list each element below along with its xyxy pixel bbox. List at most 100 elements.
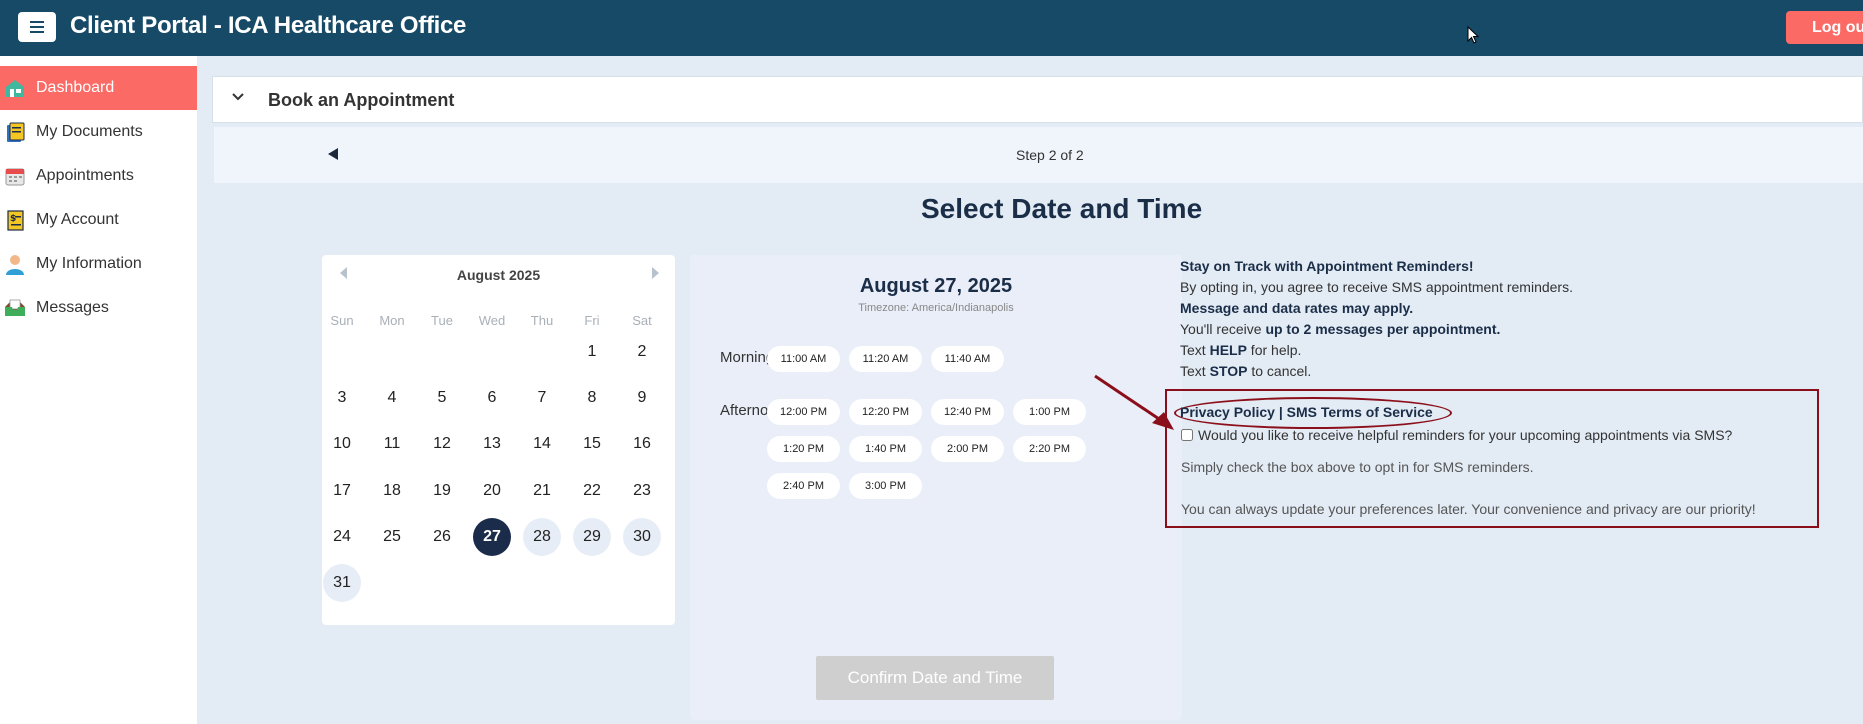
weekday-header: Sun — [330, 313, 354, 328]
book-appointment-accordion[interactable]: Book an Appointment — [212, 76, 1863, 123]
calendar-day[interactable]: 31 — [323, 564, 361, 602]
calendar-day: 17 — [333, 481, 351, 499]
calendar-day: 10 — [333, 435, 351, 453]
step-indicator: Step 2 of 2 — [1016, 147, 1084, 163]
sms-info: Stay on Track with Appointment Reminders… — [1180, 256, 1860, 382]
calendar-day: 12 — [433, 435, 451, 453]
weekday-header: Tue — [431, 313, 453, 328]
calendar-icon — [5, 168, 25, 186]
calendar-day: 6 — [487, 389, 497, 407]
time-slot-button[interactable]: 1:20 PM — [767, 436, 840, 462]
weekday-header: Sat — [632, 313, 652, 328]
calendar-day: 4 — [387, 389, 397, 407]
time-slot-button[interactable]: 2:20 PM — [1013, 436, 1086, 462]
time-slot-button[interactable]: 1:40 PM — [849, 436, 922, 462]
dashboard-icon — [6, 80, 24, 97]
calendar-day: 15 — [583, 435, 601, 453]
calendar-day: 18 — [383, 481, 401, 499]
sms-optin-row[interactable]: Would you like to receive helpful remind… — [1181, 427, 1732, 443]
sidebar-item-label: My Information — [36, 255, 142, 272]
calendar-day: 24 — [333, 527, 351, 545]
sms-line-2: Message and data rates may apply. — [1180, 300, 1414, 316]
sidebar-item-dashboard[interactable]: Dashboard — [0, 66, 197, 110]
calendar-day: 1 — [587, 343, 597, 360]
sms-note-2: You can always update your preferences l… — [1181, 501, 1756, 517]
app-title: Client Portal - ICA Healthcare Office — [70, 12, 467, 39]
weekday-header: Mon — [379, 313, 405, 328]
sidebar: Dashboard My Documents Appointments $ My… — [0, 56, 197, 724]
calendar-day: 13 — [483, 435, 501, 453]
sms-optin-box: Privacy Policy | SMS Terms of Service Wo… — [1165, 389, 1819, 528]
chevron-down-icon — [232, 93, 244, 101]
time-slot-button[interactable]: 2:00 PM — [931, 436, 1004, 462]
sms-line-1: By opting in, you agree to receive SMS a… — [1180, 279, 1573, 295]
weekday-header: Thu — [530, 313, 554, 328]
sms-heading: Stay on Track with Appointment Reminders… — [1180, 258, 1474, 274]
time-slot-button[interactable]: 11:40 AM — [931, 346, 1004, 372]
timezone-label: Timezone: America/Indianapolis — [858, 302, 1014, 314]
calendar-day: 8 — [587, 389, 597, 407]
top-bar: Client Portal - ICA Healthcare Office Lo… — [0, 0, 1863, 56]
calendar-day: 14 — [533, 435, 551, 453]
calendar-day[interactable]: 29 — [573, 517, 611, 556]
sms-note-1: Simply check the box above to opt in for… — [1181, 459, 1534, 475]
calendar: August 2025 Sun Mon Tue Wed Thu Fri Sat 1 2 3 4 5 6 7… — [322, 255, 675, 625]
calendar-day: 3 — [337, 389, 347, 407]
sms-optin-label: Would you like to receive helpful remind… — [1198, 427, 1733, 443]
calendar-day: 20 — [483, 481, 501, 499]
calendar-day: 9 — [637, 389, 647, 407]
calendar-day: 2 — [637, 343, 647, 360]
calendar-day-selected[interactable]: 27 — [473, 517, 511, 556]
hamburger-menu-button[interactable] — [18, 12, 56, 42]
stop-keyword: STOP — [1209, 363, 1248, 379]
privacy-policy-links[interactable]: Privacy Policy | SMS Terms of Service — [1180, 404, 1433, 420]
time-slot-button[interactable]: 2:40 PM — [767, 473, 840, 499]
calendar-day: 7 — [537, 389, 547, 407]
selected-date-label: August 27, 2025 — [859, 275, 1013, 297]
calendar-day[interactable]: 30 — [623, 517, 661, 556]
sidebar-item-label: My Documents — [36, 123, 143, 140]
sidebar-item-label: My Account — [36, 211, 119, 228]
calendar-day: 5 — [437, 389, 447, 407]
account-icon: $ — [7, 210, 24, 231]
documents-icon — [7, 122, 25, 142]
section-title: Book an Appointment — [268, 90, 455, 110]
sidebar-item-messages[interactable]: Messages — [0, 286, 197, 330]
svg-text:$: $ — [10, 214, 16, 224]
sms-optin-checkbox[interactable] — [1181, 429, 1193, 441]
sidebar-item-my-information[interactable]: My Information — [0, 242, 197, 286]
messages-icon — [5, 299, 25, 316]
next-month-icon[interactable] — [652, 267, 659, 279]
weekday-header: Fri — [584, 313, 600, 328]
sidebar-item-my-account[interactable]: $ My Account — [0, 198, 197, 242]
time-slot-button[interactable]: 11:20 AM — [849, 346, 922, 372]
weekday-header: Wed — [478, 313, 506, 328]
back-arrow-icon[interactable] — [328, 148, 338, 160]
sidebar-item-appointments[interactable]: Appointments — [0, 154, 197, 198]
user-icon — [6, 255, 24, 275]
logout-button[interactable]: Log out — [1786, 11, 1863, 44]
calendar-day: 21 — [533, 481, 551, 499]
sidebar-item-my-documents[interactable]: My Documents — [0, 110, 197, 154]
time-slot-button[interactable]: 3:00 PM — [849, 473, 922, 499]
step-bar: Step 2 of 2 — [214, 127, 1863, 183]
time-slot-button[interactable]: 1:00 PM — [1013, 399, 1086, 425]
sidebar-item-label: Dashboard — [36, 79, 115, 96]
calendar-day: 22 — [583, 481, 601, 499]
calendar-day[interactable]: 28 — [523, 517, 561, 556]
sidebar-item-label: Messages — [36, 299, 109, 316]
time-slot-button[interactable]: 12:40 PM — [931, 399, 1004, 425]
time-slot-button[interactable]: 11:00 AM — [767, 346, 840, 372]
time-slot-button[interactable]: 12:20 PM — [849, 399, 922, 425]
time-slot-button[interactable]: 12:00 PM — [767, 399, 840, 425]
calendar-day: 19 — [433, 481, 451, 499]
help-keyword: HELP — [1209, 342, 1247, 358]
page-title: Select Date and Time — [921, 193, 1203, 224]
sidebar-item-label: Appointments — [36, 167, 134, 184]
sms-line-3-bold: up to 2 messages per appointment. — [1265, 321, 1501, 337]
confirm-date-time-button[interactable]: Confirm Date and Time — [816, 656, 1054, 700]
mouse-cursor-icon — [1467, 26, 1479, 44]
calendar-day: 16 — [633, 435, 651, 453]
calendar-day: 11 — [383, 435, 401, 453]
calendar-day: 25 — [383, 527, 401, 545]
